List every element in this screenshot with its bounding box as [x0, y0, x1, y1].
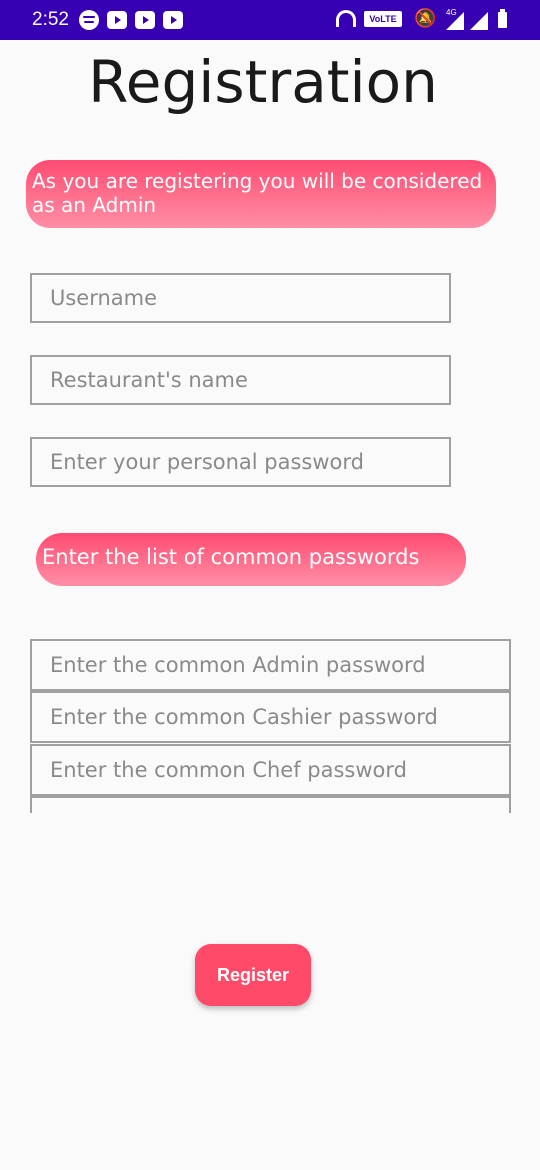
personal-password-input[interactable]: Enter your personal password — [30, 437, 451, 487]
status-bar: 2:52 VoLTE 🔕 4G — [0, 0, 540, 40]
common-passwords-header: Enter the list of common passwords — [36, 533, 466, 586]
common-password-input[interactable] — [30, 796, 511, 813]
spotify-icon — [79, 10, 99, 30]
restaurant-name-input[interactable]: Restaurant's name — [30, 355, 451, 405]
common-cashier-password-input[interactable]: Enter the common Cashier password — [30, 691, 511, 743]
signal-icon — [470, 12, 488, 30]
battery-icon — [498, 9, 507, 28]
common-admin-password-input[interactable]: Enter the common Admin password — [30, 639, 511, 691]
headphones-icon — [336, 10, 356, 27]
bell-off-icon: 🔕 — [414, 8, 437, 28]
admin-notice: As you are registering you will be consi… — [26, 160, 496, 228]
youtube-icon — [163, 11, 183, 29]
signal-icon — [446, 12, 464, 30]
status-time: 2:52 — [32, 9, 69, 30]
volte-icon: VoLTE — [364, 11, 402, 27]
youtube-icon — [135, 11, 155, 29]
page-title: Registration — [88, 48, 438, 116]
common-chef-password-input[interactable]: Enter the common Chef password — [30, 744, 511, 796]
register-button[interactable]: Register — [195, 944, 311, 1006]
youtube-icon — [107, 11, 127, 29]
common-passwords-list[interactable]: Enter the common Admin password Enter th… — [30, 639, 511, 813]
username-input[interactable]: Username — [30, 273, 451, 323]
